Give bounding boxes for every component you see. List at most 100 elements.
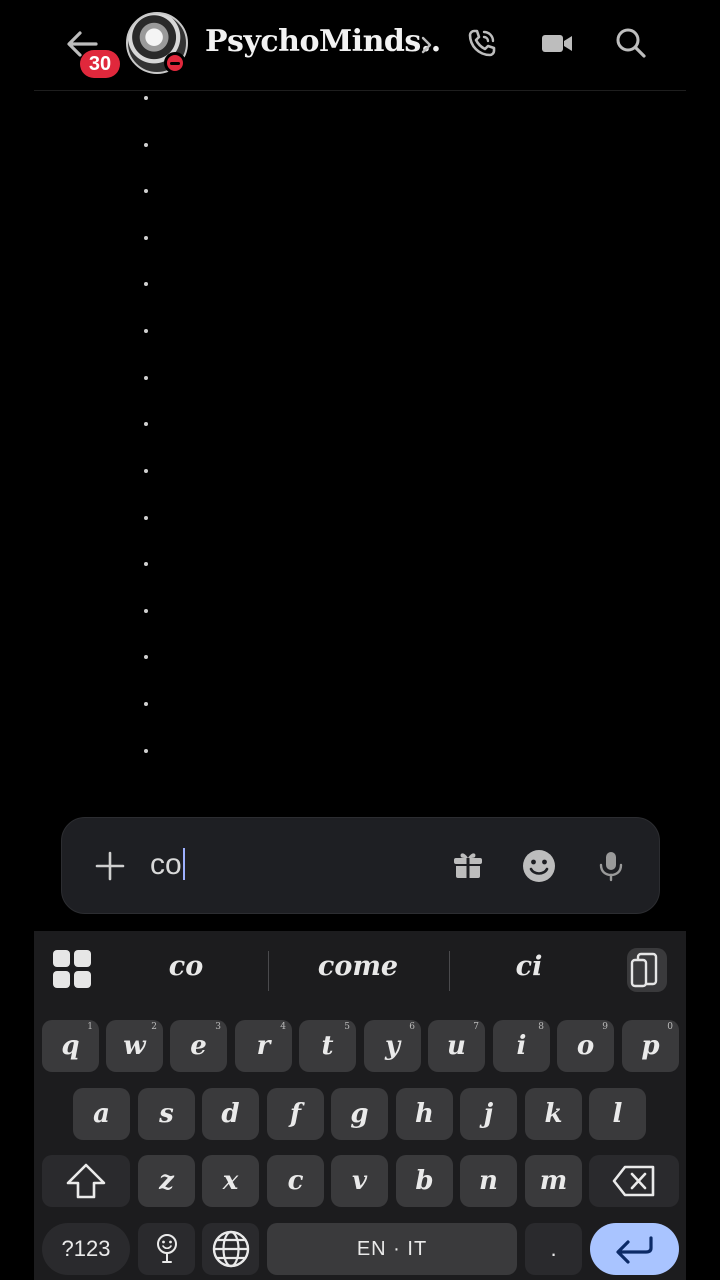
message-composer[interactable]: co: [61, 817, 660, 914]
enter-arrow-icon: [615, 1236, 653, 1264]
suggestion-bar: co come ci: [34, 931, 686, 1013]
microphone-icon[interactable]: [593, 848, 629, 884]
channel-title[interactable]: PsychoMinds..: [205, 24, 441, 59]
key-t[interactable]: t5: [299, 1020, 356, 1072]
shift-key[interactable]: [42, 1155, 130, 1207]
dot-message: [144, 189, 148, 193]
dot-message: [144, 702, 148, 706]
apps-grid-icon[interactable]: [52, 949, 92, 989]
key-o[interactable]: o9: [557, 1020, 614, 1072]
dot-message: [144, 143, 148, 147]
key-y[interactable]: y6: [364, 1020, 421, 1072]
key-hint: 8: [538, 1022, 544, 1032]
key-hint: 1: [87, 1022, 93, 1032]
key-label: p: [641, 1031, 660, 1061]
key-label: o: [576, 1031, 595, 1061]
backspace-key[interactable]: [589, 1155, 679, 1207]
suggestion-item[interactable]: ci: [489, 951, 569, 982]
suggestion-divider: [268, 951, 269, 991]
key-g[interactable]: g: [331, 1088, 388, 1140]
suggestion-divider: [449, 951, 450, 991]
key-label: q: [61, 1031, 80, 1061]
key-m[interactable]: m: [525, 1155, 582, 1207]
emoji-key[interactable]: [138, 1223, 195, 1275]
dot-message: [144, 655, 148, 659]
backspace-icon: [612, 1165, 655, 1197]
language-key[interactable]: [202, 1223, 259, 1275]
enter-key[interactable]: [590, 1223, 679, 1275]
dot-message: [144, 96, 148, 100]
key-r[interactable]: r4: [235, 1020, 292, 1072]
key-label: i: [516, 1031, 527, 1061]
key-hint: 7: [473, 1022, 479, 1032]
chat-header: 30 PsychoMinds..: [0, 0, 720, 92]
symbols-key[interactable]: ?123: [42, 1223, 130, 1275]
dot-message: [144, 469, 148, 473]
key-l[interactable]: l: [589, 1088, 646, 1140]
key-s[interactable]: s: [138, 1088, 195, 1140]
header-divider: [34, 90, 686, 91]
do-not-disturb-status-icon: [164, 52, 186, 74]
key-hint: 5: [344, 1022, 350, 1032]
key-d[interactable]: d: [202, 1088, 259, 1140]
search-icon[interactable]: [614, 26, 648, 60]
key-label: y: [384, 1031, 401, 1061]
dot-message: [144, 749, 148, 753]
key-hint: 6: [409, 1022, 415, 1032]
dot-message: [144, 562, 148, 566]
dot-message: [144, 376, 148, 380]
text-caret: [182, 848, 185, 880]
emoji-icon[interactable]: [521, 848, 557, 884]
key-j[interactable]: j: [460, 1088, 517, 1140]
key-c[interactable]: c: [267, 1155, 324, 1207]
key-hint: 0: [667, 1022, 673, 1032]
key-hint: 2: [151, 1022, 157, 1032]
key-label: u: [447, 1031, 466, 1061]
key-h[interactable]: h: [396, 1088, 453, 1140]
key-x[interactable]: x: [202, 1155, 259, 1207]
key-u[interactable]: u7: [428, 1020, 485, 1072]
dot-message: [144, 329, 148, 333]
key-label: w: [123, 1031, 146, 1061]
key-k[interactable]: k: [525, 1088, 582, 1140]
clipboard-icon[interactable]: [626, 947, 668, 993]
message-input-text: co: [150, 848, 182, 881]
key-hint: 9: [602, 1022, 608, 1032]
key-e[interactable]: e3: [170, 1020, 227, 1072]
message-input[interactable]: co: [150, 848, 185, 882]
dot-message: [144, 516, 148, 520]
suggestion-item[interactable]: come: [298, 951, 418, 982]
chevron-right-icon[interactable]: [418, 34, 434, 56]
plus-icon[interactable]: [94, 850, 126, 882]
key-hint: 4: [280, 1022, 286, 1032]
space-key[interactable]: EN · IT: [267, 1223, 517, 1275]
key-v[interactable]: v: [331, 1155, 388, 1207]
dot-message: [144, 609, 148, 613]
period-key[interactable]: .: [525, 1223, 582, 1275]
emoji-mic-icon: [156, 1234, 177, 1263]
dot-message: [144, 236, 148, 240]
key-n[interactable]: n: [460, 1155, 517, 1207]
keyboard: co come ci q1 w2 e3 r4 t5 y6 u7 i8 o9 p0…: [34, 931, 686, 1280]
key-w[interactable]: w2: [106, 1020, 163, 1072]
key-label: t: [321, 1031, 334, 1061]
key-hint: 3: [215, 1022, 221, 1032]
key-z[interactable]: z: [138, 1155, 195, 1207]
key-a[interactable]: a: [73, 1088, 130, 1140]
gift-icon[interactable]: [450, 848, 486, 884]
key-p[interactable]: p0: [622, 1020, 679, 1072]
dot-message: [144, 422, 148, 426]
key-q[interactable]: q1: [42, 1020, 99, 1072]
key-i[interactable]: i8: [493, 1020, 550, 1072]
key-f[interactable]: f: [267, 1088, 324, 1140]
video-call-icon[interactable]: [540, 26, 574, 60]
dot-message: [144, 282, 148, 286]
key-label: e: [190, 1031, 207, 1061]
key-b[interactable]: b: [396, 1155, 453, 1207]
shift-icon: [66, 1163, 106, 1199]
unread-badge: 30: [80, 50, 120, 78]
key-label: r: [256, 1031, 271, 1061]
globe-icon: [212, 1230, 249, 1268]
suggestion-item[interactable]: co: [146, 951, 226, 982]
voice-call-icon[interactable]: [465, 26, 499, 60]
